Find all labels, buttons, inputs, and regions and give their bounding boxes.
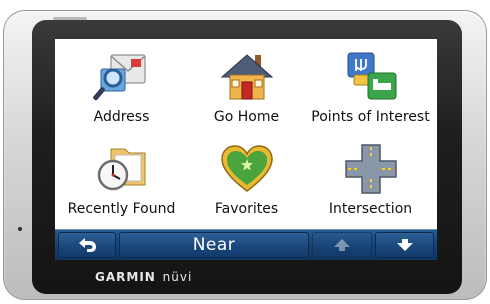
arrow-up-icon bbox=[333, 238, 351, 252]
menu-item-points-of-interest[interactable]: Points of Interest bbox=[307, 42, 434, 134]
scroll-down-button[interactable] bbox=[375, 232, 434, 258]
back-button[interactable] bbox=[58, 232, 116, 258]
light-sensor bbox=[18, 227, 22, 231]
brand-name: GARMIN bbox=[95, 270, 156, 284]
bottom-toolbar: Near bbox=[55, 229, 437, 260]
menu-label-intersection: Intersection bbox=[328, 201, 413, 217]
scroll-up-button[interactable] bbox=[312, 232, 372, 258]
menu-label-recently-found: Recently Found bbox=[67, 201, 176, 217]
menu-label-address: Address bbox=[93, 109, 150, 125]
menu-item-favorites[interactable]: Favorites bbox=[183, 134, 310, 226]
heart-icon bbox=[218, 141, 276, 197]
house-icon bbox=[218, 49, 276, 105]
menu-item-go-home[interactable]: Go Home bbox=[183, 42, 310, 134]
intersection-icon bbox=[342, 141, 400, 197]
menu-grid: Address Go Home Points of Interest Recen… bbox=[55, 39, 437, 229]
menu-item-recently-found[interactable]: Recently Found bbox=[58, 134, 185, 226]
near-button[interactable]: Near bbox=[119, 232, 309, 258]
main-menu-screen: Address Go Home Points of Interest Recen… bbox=[55, 39, 437, 260]
menu-item-intersection[interactable]: Intersection bbox=[307, 134, 434, 226]
back-arrow-icon bbox=[76, 236, 98, 254]
menu-label-go-home: Go Home bbox=[213, 109, 280, 125]
folder-clock-icon bbox=[93, 141, 151, 197]
device-brand-logo: GARMIN nüvi bbox=[95, 270, 192, 284]
menu-item-address[interactable]: Address bbox=[58, 42, 185, 134]
near-label: Near bbox=[192, 235, 236, 255]
menu-label-favorites: Favorites bbox=[214, 201, 279, 217]
points-of-interest-icon bbox=[342, 49, 400, 105]
arrow-down-icon bbox=[396, 238, 414, 252]
menu-label-points-of-interest: Points of Interest bbox=[311, 109, 430, 125]
address-book-magnifier-icon bbox=[92, 49, 151, 105]
model-name: nüvi bbox=[162, 270, 193, 284]
